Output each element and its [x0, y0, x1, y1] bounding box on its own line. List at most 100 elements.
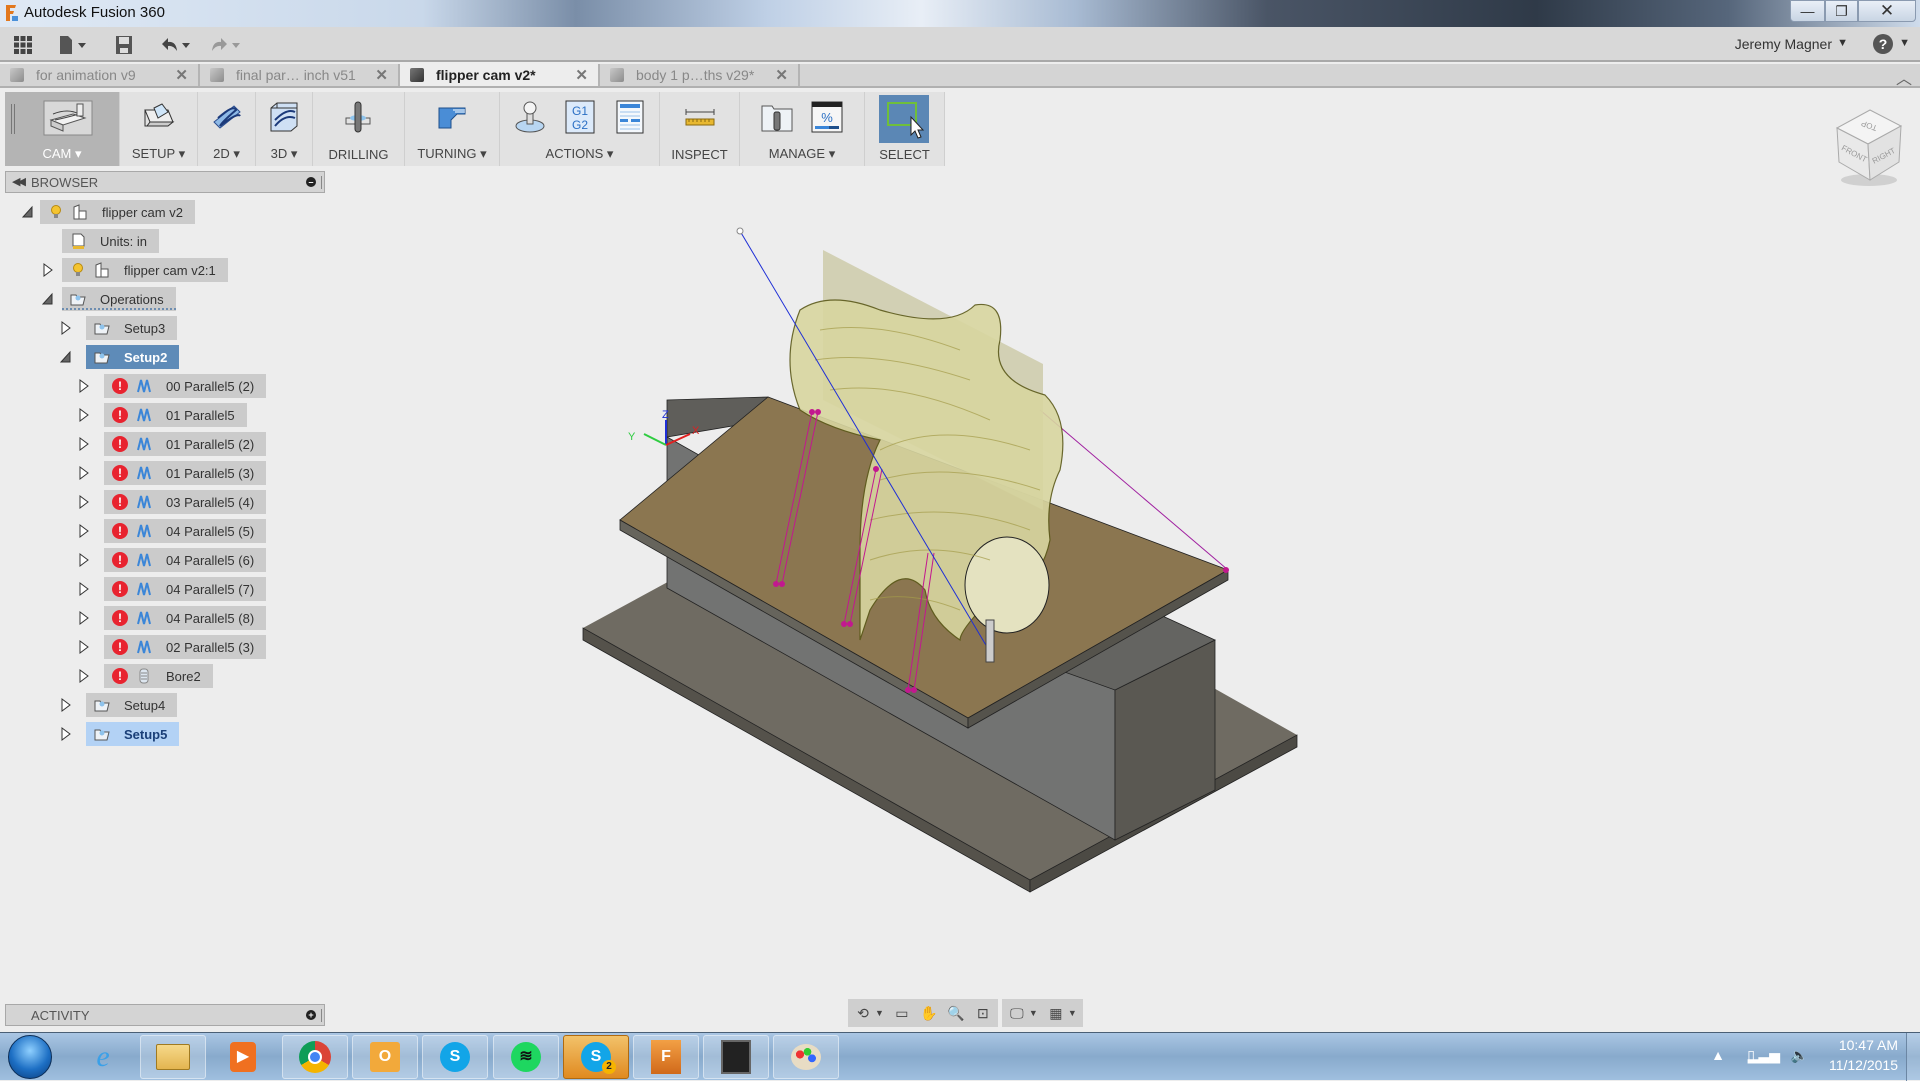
close-button[interactable]: ✕: [1858, 0, 1916, 22]
tool-library-icon[interactable]: [760, 100, 794, 134]
browser-pin-icon[interactable]: –: [306, 177, 316, 187]
document-tab[interactable]: final par… inch v51 ✕: [200, 64, 400, 86]
help-menu-caret-icon[interactable]: ▼: [1899, 37, 1910, 49]
expand-triangle-icon[interactable]: [78, 669, 90, 683]
help-icon[interactable]: ?: [1873, 34, 1893, 54]
setup-group[interactable]: SETUP ▾: [120, 92, 198, 166]
tab-close-icon[interactable]: ✕: [375, 66, 388, 84]
taskbar-app-spotify[interactable]: ≋: [493, 1035, 559, 1079]
browser-node[interactable]: ! 00 Parallel5 (2): [104, 374, 267, 398]
expand-triangle-icon[interactable]: [78, 553, 90, 567]
manage-group[interactable]: % MANAGE ▾: [740, 92, 865, 166]
turning-icon[interactable]: [435, 100, 469, 134]
workspace-switcher-cam[interactable]: CAM ▾: [5, 92, 120, 166]
look-at-icon[interactable]: ▭: [893, 1004, 911, 1022]
2d-toolpath-icon[interactable]: [210, 100, 244, 134]
clock-date[interactable]: 11/12/2015: [1829, 1057, 1898, 1073]
visibility-lightbulb-icon[interactable]: [70, 262, 86, 278]
network-signal-icon[interactable]: ▂▃▅: [1748, 1047, 1780, 1064]
expand-triangle-icon[interactable]: [42, 263, 54, 277]
expand-triangle-icon[interactable]: [60, 727, 72, 741]
3d-viewport-canvas[interactable]: Z Y X: [330, 195, 1910, 995]
browser-node[interactable]: Setup3: [86, 316, 178, 340]
measure-ruler-icon[interactable]: [683, 100, 717, 134]
select-group[interactable]: SELECT: [865, 92, 945, 166]
user-menu-caret-icon[interactable]: ▼: [1837, 37, 1848, 49]
fit-to-window-icon[interactable]: ⊡: [974, 1004, 992, 1022]
browser-node[interactable]: ! Bore2: [104, 664, 213, 688]
document-tab[interactable]: body 1 p…ths v29* ✕: [600, 64, 800, 86]
taskbar-app-outlook[interactable]: O: [352, 1035, 418, 1079]
show-desktop-button[interactable]: [1906, 1033, 1920, 1081]
restore-button[interactable]: ❐: [1825, 0, 1858, 22]
expand-triangle-icon[interactable]: [78, 437, 90, 451]
browser-node[interactable]: ! 02 Parallel5 (3): [104, 635, 267, 659]
view-cube[interactable]: TOP FRONT RIGHT: [1825, 100, 1905, 190]
zoom-icon[interactable]: 🔍: [947, 1004, 965, 1022]
volume-icon[interactable]: 🔈: [1791, 1047, 1808, 1064]
minimize-button[interactable]: —: [1790, 0, 1825, 22]
browser-node[interactable]: ! 04 Parallel5 (5): [104, 519, 267, 543]
tab-close-icon[interactable]: ✕: [775, 66, 788, 84]
grid-settings-icon[interactable]: ▦: [1047, 1004, 1065, 1022]
browser-node[interactable]: ! 04 Parallel5 (8): [104, 606, 267, 630]
browser-node[interactable]: Setup2: [86, 345, 180, 369]
expand-triangle-icon[interactable]: [78, 495, 90, 509]
taskbar-app-chrome[interactable]: [282, 1035, 348, 1079]
expand-triangle-icon[interactable]: [78, 408, 90, 422]
taskbar-app-internet-explorer[interactable]: e: [70, 1035, 136, 1079]
browser-node[interactable]: Operations: [62, 287, 176, 311]
browser-node[interactable]: flipper cam v2:1: [62, 258, 228, 282]
inspect-group[interactable]: INSPECT: [660, 92, 740, 166]
select-button[interactable]: [879, 95, 929, 143]
expand-triangle-icon[interactable]: [78, 466, 90, 480]
drilling-group[interactable]: DRILLING: [313, 92, 405, 166]
browser-node[interactable]: flipper cam v2: [40, 200, 195, 224]
3d-group[interactable]: 3D ▾: [256, 92, 313, 166]
undo-icon[interactable]: [160, 34, 194, 56]
grid-menu-caret-icon[interactable]: ▼: [1068, 1008, 1077, 1018]
expand-triangle-icon[interactable]: [78, 524, 90, 538]
taskbar-app-skype-notifications[interactable]: S2: [563, 1035, 629, 1079]
tab-close-icon[interactable]: ✕: [575, 66, 588, 84]
activity-expand-icon[interactable]: +: [306, 1010, 316, 1020]
redo-icon[interactable]: [210, 34, 244, 56]
browser-node[interactable]: ! 01 Parallel5: [104, 403, 247, 427]
tab-close-icon[interactable]: ✕: [175, 66, 188, 84]
collapse-triangle-icon[interactable]: [22, 205, 34, 219]
ribbon-grip-handle[interactable]: [11, 104, 15, 134]
pan-hand-icon[interactable]: ✋: [920, 1004, 938, 1022]
browser-resize-grip[interactable]: [321, 176, 323, 189]
start-button[interactable]: [8, 1035, 52, 1079]
browser-node[interactable]: ! 01 Parallel5 (3): [104, 461, 267, 485]
collapse-tabs-chevron-icon[interactable]: ︿: [1896, 65, 1912, 89]
simulate-icon[interactable]: [513, 100, 547, 134]
actions-group[interactable]: G1 G2 ACTIONS ▾: [500, 92, 660, 166]
collapse-triangle-icon[interactable]: [42, 292, 54, 306]
setup-sheet-icon[interactable]: [613, 100, 647, 134]
browser-node[interactable]: Setup4: [86, 693, 178, 717]
collapse-browser-icon[interactable]: ◀◀: [12, 175, 26, 188]
tool-axis-handle[interactable]: [736, 227, 744, 235]
drilling-icon[interactable]: [342, 100, 376, 134]
browser-node[interactable]: ! 01 Parallel5 (2): [104, 432, 267, 456]
new-setup-icon[interactable]: [142, 100, 176, 134]
data-panel-grid-icon[interactable]: [14, 34, 32, 56]
expand-triangle-icon[interactable]: [60, 321, 72, 335]
post-process-g1g2-icon[interactable]: G1 G2: [563, 100, 597, 134]
expand-triangle-icon[interactable]: [78, 640, 90, 654]
expand-triangle-icon[interactable]: [78, 379, 90, 393]
user-account-menu[interactable]: Jeremy Magner: [1735, 36, 1832, 52]
clock-time[interactable]: 10:47 AM: [1839, 1037, 1898, 1053]
display-menu-caret-icon[interactable]: ▼: [1029, 1008, 1038, 1018]
taskbar-app-media-player[interactable]: ▶: [210, 1035, 276, 1079]
save-icon[interactable]: [115, 34, 133, 56]
file-menu-icon[interactable]: [58, 34, 92, 56]
orbit-icon[interactable]: ⟲: [854, 1004, 872, 1022]
taskbar-app-inkscape[interactable]: [703, 1035, 769, 1079]
collapse-triangle-icon[interactable]: [60, 350, 72, 364]
browser-node[interactable]: Setup5: [86, 722, 180, 746]
2d-group[interactable]: 2D ▾: [198, 92, 256, 166]
show-hidden-icons-icon[interactable]: ▲: [1711, 1047, 1725, 1063]
machine-library-percent-icon[interactable]: %: [810, 100, 844, 134]
